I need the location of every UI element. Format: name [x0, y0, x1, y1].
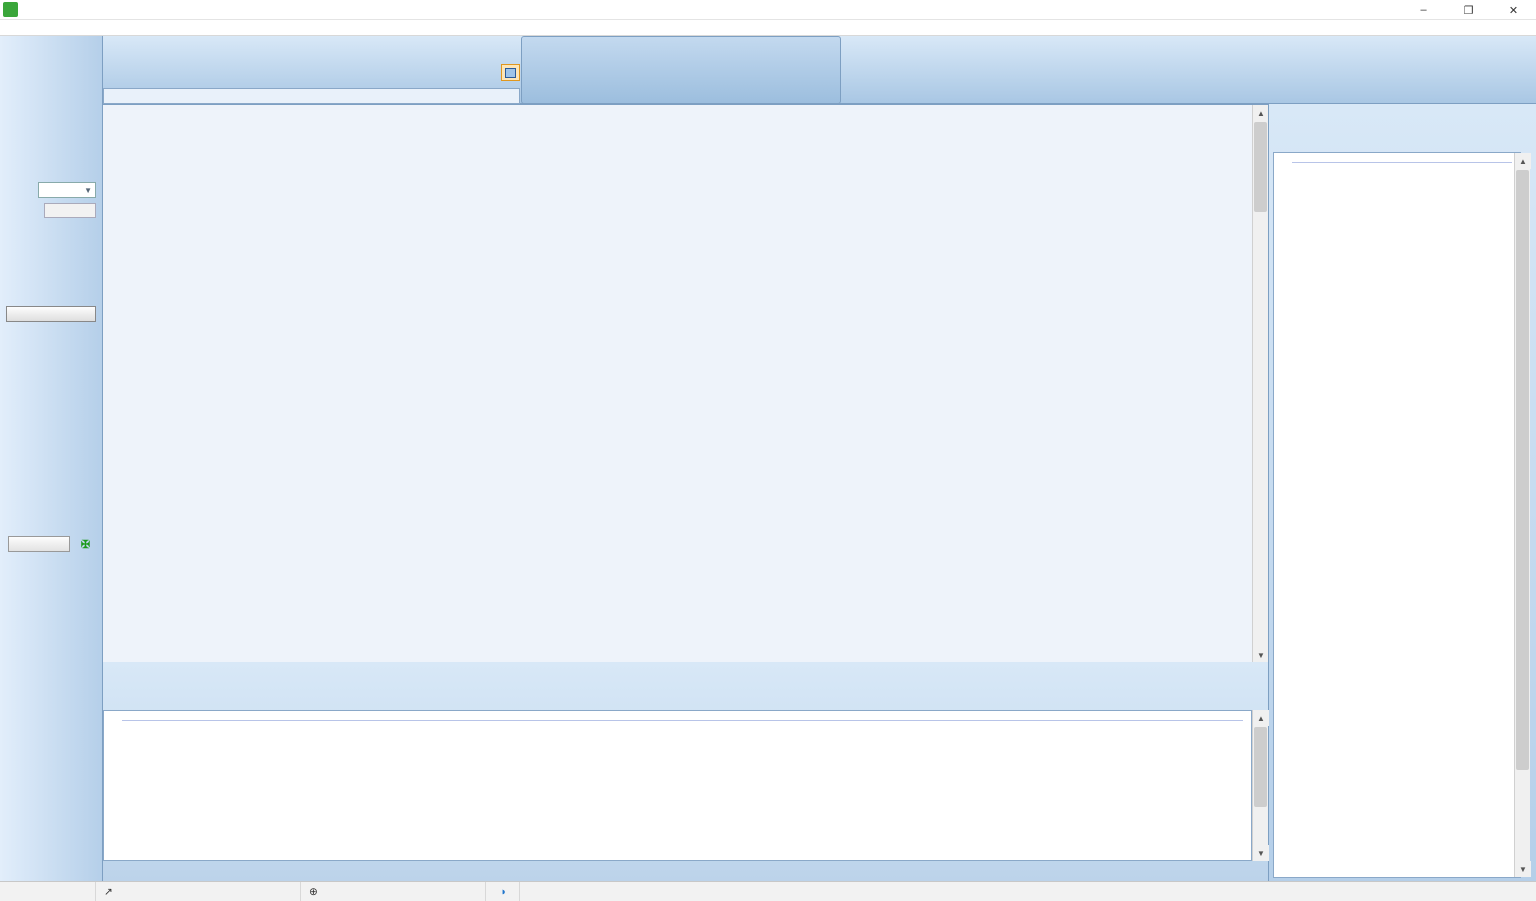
mode-panel [521, 36, 841, 104]
parts-panel: ▲ ▼ [103, 662, 1268, 881]
nest-drawing [163, 111, 1173, 621]
menu-bar [0, 20, 1536, 36]
nests-panel-tabs [1269, 106, 1275, 124]
scroll-down-icon[interactable]: ▼ [1253, 845, 1269, 861]
scroll-up-icon[interactable]: ▲ [1515, 153, 1531, 169]
origin-button[interactable] [8, 536, 70, 552]
left-tool-panel: ▼ ✠ [0, 36, 103, 881]
nest-list [1273, 152, 1521, 878]
scroll-down-icon[interactable]: ▼ [1515, 861, 1531, 877]
nests-panel: ▲ ▼ [1268, 104, 1536, 881]
minimize-button[interactable]: – [1401, 0, 1446, 20]
progress-half-icon: ◑ [499, 886, 505, 898]
scroll-up-icon[interactable]: ▲ [1253, 710, 1269, 726]
orient-dropdown[interactable]: ▼ [38, 182, 96, 198]
app-icon [3, 2, 18, 17]
scroll-up-icon[interactable]: ▲ [1253, 105, 1268, 121]
radan-nest-editor-window: – ❐ ✕ ▼ ✠ [0, 0, 1536, 901]
restore-button[interactable]: ❐ [1446, 0, 1491, 20]
clearances-button[interactable] [6, 306, 96, 322]
nest-canvas[interactable]: ▲ ▼ [103, 104, 1268, 662]
parts-list [103, 710, 1252, 861]
nest-list-scrollbar[interactable]: ▲ ▼ [1514, 153, 1530, 877]
reference-point-icon: ⊕ [309, 886, 318, 898]
material-group-header [104, 711, 1251, 729]
close-button[interactable]: ✕ [1491, 0, 1536, 20]
jack-icon[interactable]: ✠ [76, 536, 95, 553]
scroll-down-icon[interactable]: ▼ [1253, 647, 1268, 662]
title-bar: – ❐ ✕ [0, 0, 1536, 20]
angle-input[interactable] [44, 203, 96, 218]
cursor-position-icon: ↗ [104, 886, 113, 898]
chevron-down-icon: ▼ [84, 186, 92, 195]
parts-scrollbar[interactable]: ▲ ▼ [1252, 710, 1268, 861]
toolbar-band [103, 36, 1536, 104]
split-horizontal-icon[interactable] [501, 64, 520, 81]
prompt-bar [103, 88, 520, 104]
material-group-header [1274, 153, 1520, 171]
status-bar: ↗ ⊕ ◑ [0, 881, 1536, 901]
canvas-vertical-scrollbar[interactable]: ▲ ▼ [1252, 105, 1268, 662]
